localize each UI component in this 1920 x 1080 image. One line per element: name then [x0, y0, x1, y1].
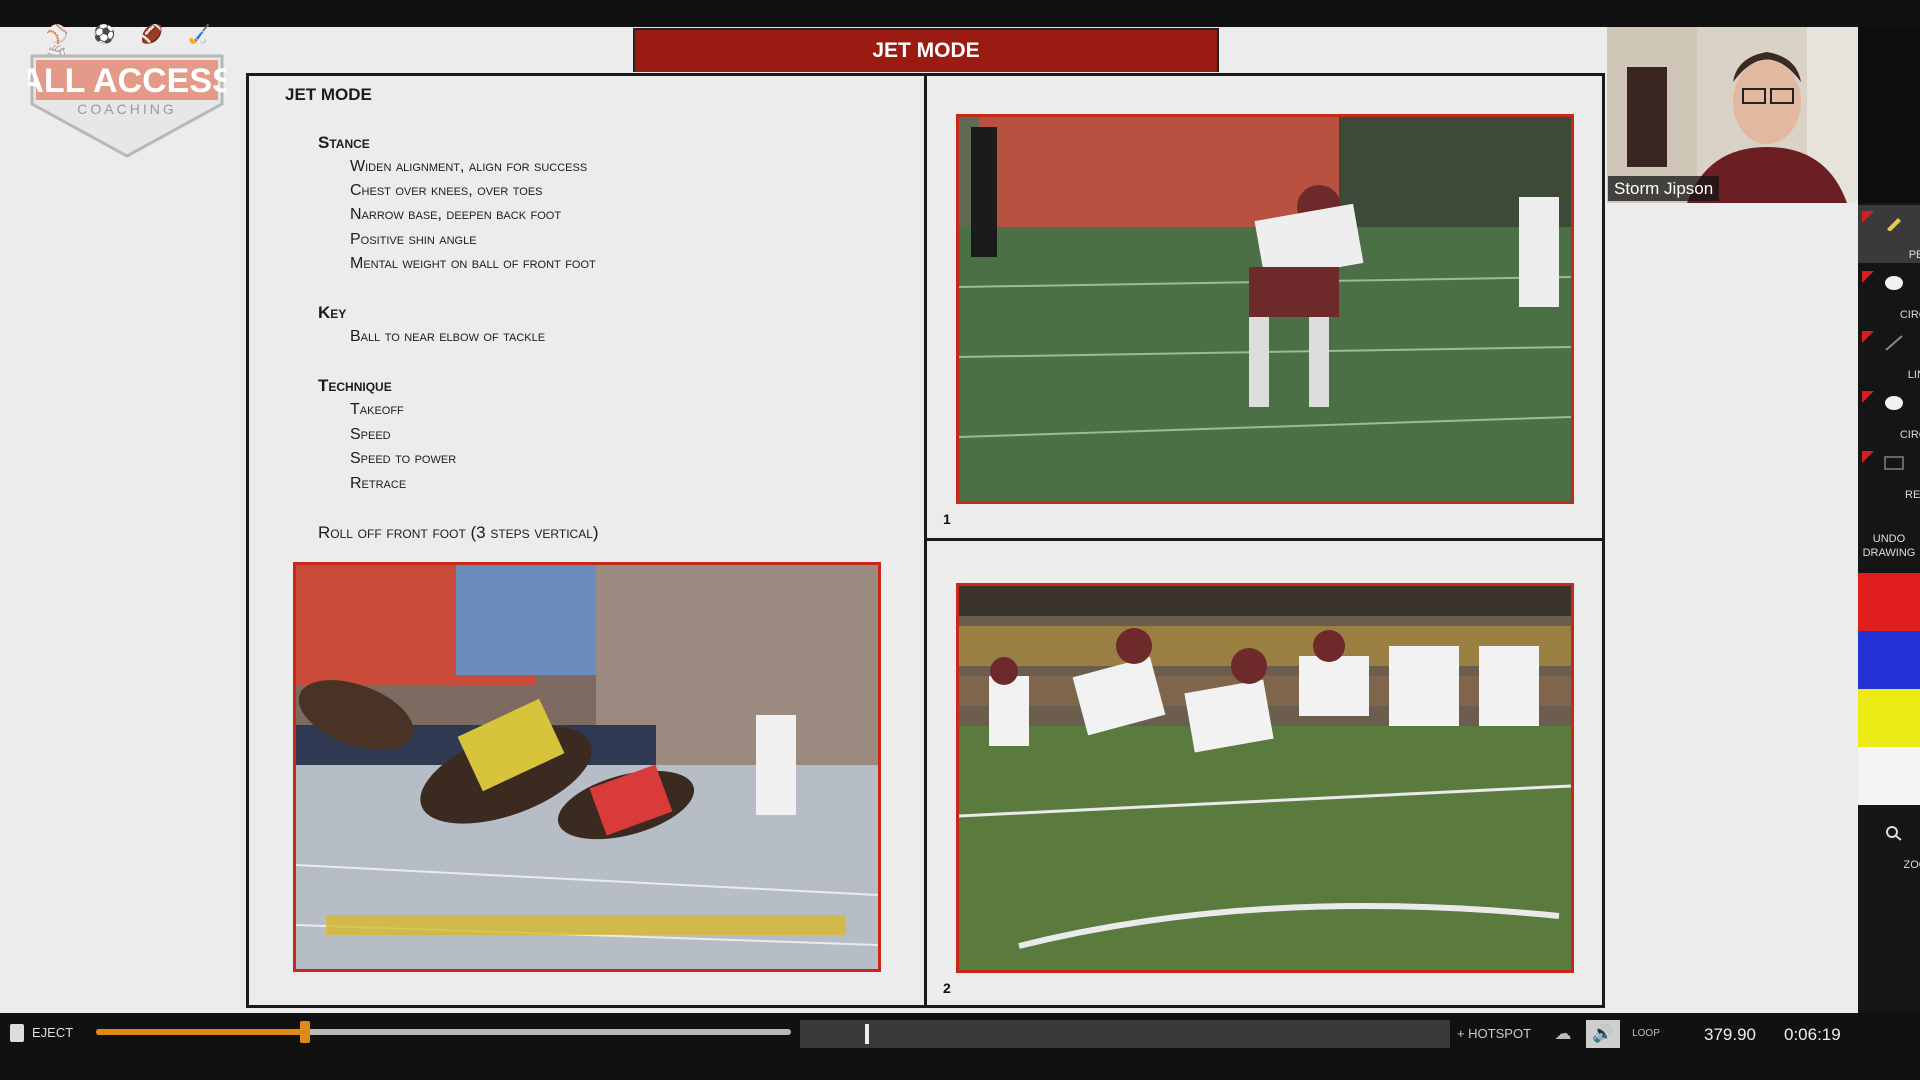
color-swatch-white[interactable] — [1858, 747, 1920, 805]
time-readout: 0:06:19 — [1784, 1025, 1841, 1044]
technique-item: Retrace — [350, 475, 407, 492]
zoom-tool[interactable]: ZOOM — [1858, 815, 1920, 873]
section-heading-key: Key — [318, 303, 347, 322]
presenter-name-label: Storm Jipson — [1608, 176, 1720, 201]
drawing-label: DRAWING — [1862, 547, 1916, 559]
top-bar — [0, 0, 1920, 27]
progress-slider[interactable] — [96, 1021, 791, 1043]
circle-tool-label: CIRCLE — [1899, 309, 1920, 321]
active-color-flag — [1862, 451, 1874, 463]
active-color-flag — [1862, 211, 1874, 223]
line-icon — [1885, 335, 1903, 351]
color-swatch-blue[interactable] — [1858, 631, 1920, 689]
color-swatch-yellow[interactable] — [1858, 689, 1920, 747]
photo-caption-1: 1 — [943, 511, 951, 527]
timeline-marker[interactable] — [865, 1024, 869, 1044]
logo-main-text: ALL ACCESS — [28, 62, 226, 100]
loop-toggle[interactable]: LOOP — [1624, 1020, 1668, 1048]
slide-horizontal-divider — [924, 538, 1605, 541]
cloud-download-icon[interactable]: ☁ — [1546, 1020, 1580, 1048]
stance-item: Mental weight on ball of front foot — [350, 255, 596, 272]
eject-label: EJECT — [32, 1025, 74, 1040]
stance-item: Positive shin angle — [350, 231, 477, 248]
line-tool-label: LINE — [1907, 369, 1920, 381]
rect-tool-label: RECT — [1905, 489, 1920, 501]
section-heading-technique: Technique — [318, 376, 392, 395]
progress-fill — [96, 1029, 305, 1035]
active-color-flag — [1862, 391, 1874, 403]
timeline-scrubber[interactable] — [800, 1020, 1450, 1048]
circle-filled-tool[interactable]: CIRCLE — [1858, 385, 1920, 443]
pen-tool-label: PEN — [1908, 249, 1920, 261]
pen-tool[interactable]: PEN — [1858, 205, 1920, 263]
circle-filled-tool-label: CIRCLE — [1899, 429, 1920, 441]
football-lineman-stance-photo — [956, 114, 1574, 504]
undo-label: UNDO — [1872, 533, 1906, 545]
magnifier-icon — [1886, 826, 1902, 841]
frame-readout: 379.90 — [1704, 1025, 1756, 1044]
slide-title: JET MODE — [633, 28, 1219, 72]
stance-item: Widen alignment, align for success — [350, 158, 588, 175]
active-color-flag — [1862, 331, 1874, 343]
slide-header-label: JET MODE — [285, 85, 372, 104]
stance-item: Narrow base, deepen back foot — [350, 206, 562, 223]
sprinters-start-photo — [293, 562, 881, 972]
color-swatch-red[interactable] — [1858, 573, 1920, 631]
circle-tool[interactable]: CIRCLE — [1858, 265, 1920, 323]
technique-item: Speed to power — [350, 450, 457, 467]
eject-icon — [10, 1024, 24, 1042]
all-access-coaching-logo: ⚾ ⚽ 🏈 🏑 🏐 ALL ACCESS COACHING — [28, 24, 226, 158]
stance-item: Chest over knees, over toes — [350, 182, 543, 199]
technique-item: Speed — [350, 426, 391, 443]
eject-button[interactable]: EJECT — [10, 1021, 73, 1045]
active-color-flag — [1862, 271, 1874, 283]
circle-icon — [1885, 276, 1903, 290]
add-hotspot-button[interactable]: + HOTSPOT — [1452, 1020, 1536, 1048]
progress-handle[interactable] — [299, 1021, 310, 1043]
undo-drawing-button[interactable]: UNDO DRAWING — [1858, 529, 1920, 569]
slide-footer-line: Roll off front foot (3 steps vertical) — [318, 523, 599, 542]
speaker-icon[interactable]: 🔊 — [1586, 1020, 1620, 1048]
photo-caption-2: 2 — [943, 980, 951, 996]
football-lineman-takeoff-photo — [956, 583, 1574, 973]
circle-filled-icon — [1885, 396, 1903, 410]
zoom-tool-label: ZOOM — [1903, 859, 1920, 871]
line-tool[interactable]: LINE — [1858, 325, 1920, 383]
pencil-icon — [1887, 218, 1901, 231]
drawing-tools-panel: PEN CIRCLE LINE CIRCLE RECT UNDO DRAWING… — [1858, 203, 1920, 1013]
key-item: Ball to near elbow of tackle — [350, 328, 546, 345]
rect-tool[interactable]: RECT — [1858, 445, 1920, 503]
logo-sub-text: COACHING — [77, 101, 176, 117]
section-heading-stance: Stance — [318, 133, 370, 152]
technique-item: Takeoff — [350, 401, 404, 418]
logo-shield-icon: ALL ACCESS COACHING — [28, 54, 226, 158]
rect-icon — [1884, 456, 1904, 470]
